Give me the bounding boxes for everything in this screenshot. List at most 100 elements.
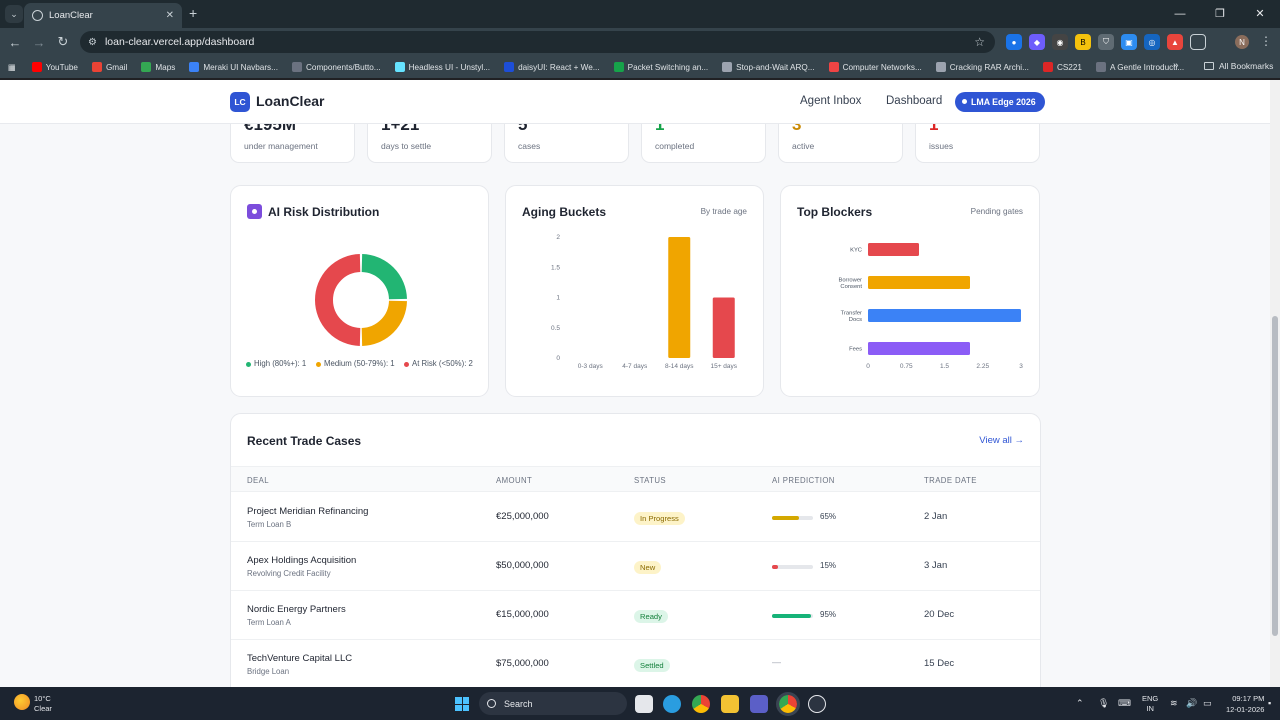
x-tick-label: 0 bbox=[866, 363, 870, 370]
address-bar[interactable]: ⚙ loan-clear.vercel.app/dashboard ☆ bbox=[80, 31, 995, 53]
scrollbar-thumb[interactable] bbox=[1272, 316, 1278, 636]
browser-toolbar: ← → ↻ ⚙ loan-clear.vercel.app/dashboard … bbox=[0, 28, 1280, 56]
donut-slice[interactable] bbox=[361, 254, 407, 300]
edge-icon[interactable] bbox=[663, 695, 681, 713]
app-icon[interactable] bbox=[808, 695, 826, 713]
bookmark-item[interactable]: CS221 bbox=[1042, 62, 1082, 72]
event-badge[interactable]: LMA Edge 2026 bbox=[955, 92, 1045, 112]
column-header[interactable]: DEAL bbox=[247, 476, 269, 485]
teams-icon[interactable] bbox=[750, 695, 768, 713]
bookmark-favicon-icon bbox=[504, 62, 515, 72]
battery-icon[interactable]: ▭ bbox=[1203, 698, 1212, 709]
table-row[interactable]: Project Meridian Refinancing Term Loan B €… bbox=[231, 493, 1040, 542]
legend-swatch bbox=[404, 362, 409, 367]
page-scrollbar[interactable] bbox=[1270, 80, 1280, 687]
bookmark-item[interactable]: Components/Butto... bbox=[291, 62, 381, 72]
column-header[interactable]: AI PREDICTION bbox=[772, 476, 835, 485]
volume-icon[interactable]: 🔊 bbox=[1186, 698, 1197, 709]
bookmark-item[interactable]: Maps bbox=[141, 62, 175, 72]
taskbar-search[interactable]: Search bbox=[479, 692, 627, 715]
blocker-bar[interactable] bbox=[868, 243, 919, 256]
donut-slice[interactable] bbox=[361, 300, 407, 346]
bookmark-item[interactable]: A Gentle Introducti... bbox=[1095, 62, 1184, 72]
all-bookmarks[interactable]: All Bookmarks bbox=[1204, 61, 1273, 71]
nav-dashboard[interactable]: Dashboard bbox=[886, 95, 942, 107]
clock[interactable]: 09:17 PM 12-01-2026 bbox=[1226, 693, 1264, 715]
new-tab-icon[interactable]: + bbox=[189, 5, 197, 21]
puzzle-icon[interactable] bbox=[1190, 34, 1206, 50]
more-bookmarks-icon[interactable]: » bbox=[1173, 60, 1179, 71]
reload-icon[interactable]: ↻ bbox=[51, 34, 75, 50]
extension-icon[interactable]: ▣ bbox=[1121, 34, 1137, 50]
wifi-icon[interactable]: ≋ bbox=[1170, 698, 1178, 709]
aging-bar[interactable] bbox=[668, 237, 691, 358]
blocker-bar[interactable] bbox=[868, 276, 970, 289]
x-tick-label: 2.25 bbox=[976, 363, 989, 370]
language-code: ENG bbox=[1142, 694, 1159, 703]
extension-icon[interactable]: ● bbox=[1006, 34, 1022, 50]
back-icon[interactable]: ← bbox=[3, 35, 27, 50]
task-view-icon[interactable] bbox=[635, 695, 653, 713]
maximize-icon[interactable]: ❐ bbox=[1200, 0, 1240, 28]
bookmark-item[interactable]: YouTube bbox=[31, 62, 78, 72]
bookmark-item[interactable]: Meraki UI Navbars... bbox=[189, 62, 278, 72]
blocker-bar[interactable] bbox=[868, 342, 970, 355]
donut-slice[interactable] bbox=[315, 254, 361, 346]
browser-tab[interactable]: LoanClear ✕ bbox=[24, 3, 182, 28]
stat-label: cases bbox=[518, 141, 541, 151]
extension-icon[interactable]: ◉ bbox=[1052, 34, 1068, 50]
keyboard-icon[interactable]: ⌨ bbox=[1118, 698, 1131, 709]
bookmark-label: daisyUI: React + We... bbox=[518, 62, 600, 72]
extension-icon[interactable]: B bbox=[1075, 34, 1091, 50]
shield-icon[interactable]: ⛉ bbox=[1098, 34, 1114, 50]
aging-bar[interactable] bbox=[712, 297, 735, 359]
microphone-icon[interactable]: 🎙 bbox=[1098, 698, 1109, 709]
file-explorer-icon[interactable] bbox=[721, 695, 739, 713]
column-header[interactable]: STATUS bbox=[634, 476, 666, 485]
apps-icon[interactable]: ▦ bbox=[8, 62, 16, 72]
language-indicator[interactable]: ENG IN bbox=[1142, 694, 1158, 714]
brand-name[interactable]: LoanClear bbox=[256, 93, 324, 109]
chrome-profile-icon[interactable] bbox=[776, 692, 800, 716]
table-row[interactable]: Nordic Energy Partners Term Loan A €15,000… bbox=[231, 591, 1040, 640]
bookmark-item[interactable]: Cracking RAR Archi... bbox=[935, 62, 1029, 72]
legend-swatch bbox=[316, 362, 321, 367]
minimize-icon[interactable]: — bbox=[1160, 0, 1200, 28]
close-window-icon[interactable]: ✕ bbox=[1240, 0, 1280, 28]
column-header[interactable]: TRADE DATE bbox=[924, 476, 977, 485]
bookmark-item[interactable]: Packet Switching an... bbox=[613, 62, 708, 72]
deal-name[interactable]: Nordic Energy Partners bbox=[247, 604, 346, 615]
bookmark-item[interactable]: Stop-and-Wait ARQ... bbox=[722, 62, 815, 72]
extension-icon[interactable]: ▲ bbox=[1167, 34, 1183, 50]
forward-icon[interactable]: → bbox=[27, 35, 51, 50]
table-row[interactable]: TechVenture Capital LLC Bridge Loan $75,00… bbox=[231, 640, 1040, 687]
notifications-icon[interactable]: ▪ bbox=[1268, 698, 1271, 708]
tray-overflow-icon[interactable]: ⌃ bbox=[1076, 698, 1084, 709]
bookmark-star-icon[interactable]: ☆ bbox=[974, 35, 985, 49]
bookmark-item[interactable]: Gmail bbox=[91, 62, 127, 72]
bookmark-item[interactable]: Headless UI - Unstyl... bbox=[394, 62, 490, 72]
extension-icon[interactable]: ◎ bbox=[1144, 34, 1160, 50]
weather-icon[interactable] bbox=[14, 694, 30, 710]
column-header[interactable]: AMOUNT bbox=[496, 476, 532, 485]
weather-widget[interactable]: 10°C Clear bbox=[34, 694, 52, 714]
profile-avatar[interactable]: N bbox=[1235, 35, 1249, 49]
table-row[interactable]: Apex Holdings Acquisition Revolving Credi… bbox=[231, 542, 1040, 591]
status-badge: New bbox=[634, 561, 662, 574]
extension-icon[interactable]: ◆ bbox=[1029, 34, 1045, 50]
chrome-icon[interactable] bbox=[692, 695, 710, 713]
blocker-bar[interactable] bbox=[868, 309, 1021, 322]
view-all-link[interactable]: View all → bbox=[979, 435, 1024, 446]
menu-icon[interactable]: ⋮ bbox=[1260, 34, 1272, 48]
nav-agent-inbox[interactable]: Agent Inbox bbox=[800, 95, 861, 107]
site-info-icon[interactable]: ⚙ bbox=[88, 37, 97, 48]
tab-search-icon[interactable]: ⌄ bbox=[5, 5, 23, 23]
bookmark-item[interactable]: Computer Networks... bbox=[828, 62, 922, 72]
logo[interactable]: LC bbox=[230, 92, 250, 112]
deal-name[interactable]: Apex Holdings Acquisition bbox=[247, 555, 356, 566]
start-icon[interactable] bbox=[455, 697, 469, 711]
close-tab-icon[interactable]: ✕ bbox=[166, 10, 174, 21]
deal-name[interactable]: Project Meridian Refinancing bbox=[247, 506, 368, 517]
bookmark-item[interactable]: daisyUI: React + We... bbox=[504, 62, 600, 72]
deal-name[interactable]: TechVenture Capital LLC bbox=[247, 653, 352, 664]
